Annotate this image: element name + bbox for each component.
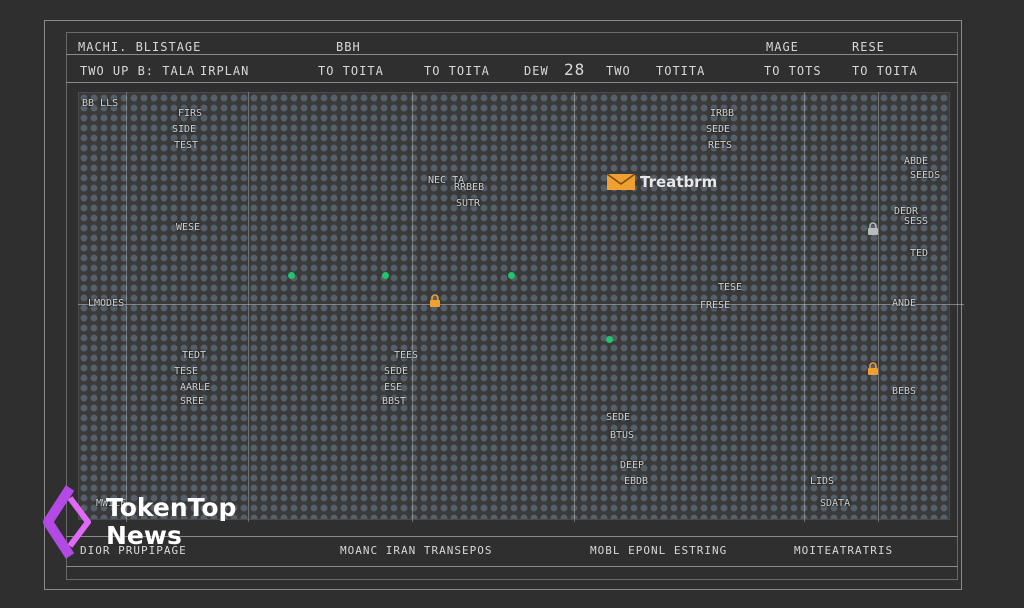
grid-label: RETS bbox=[708, 140, 733, 151]
logo-mark-icon bbox=[43, 485, 91, 559]
grid-line bbox=[78, 304, 964, 305]
header-label: BBH bbox=[336, 40, 361, 54]
header-cell: TO TOITA bbox=[424, 64, 490, 78]
lock-icon bbox=[430, 294, 440, 307]
mail-icon bbox=[606, 173, 636, 190]
grid-label: WESE bbox=[176, 222, 201, 233]
grid-label: AARLE bbox=[180, 382, 211, 393]
grid-label: TEES bbox=[394, 350, 419, 361]
header-cell: TOTITA bbox=[656, 64, 706, 78]
header-cell: TO TOTS bbox=[764, 64, 822, 78]
grid-line bbox=[126, 92, 127, 522]
lock-icon bbox=[868, 362, 878, 375]
pixel-grid bbox=[78, 92, 950, 520]
header-cell: 28 bbox=[564, 60, 586, 79]
logo-line2: News bbox=[106, 521, 182, 550]
grid-label: RRBEB bbox=[454, 182, 485, 193]
footer-label: MOBL EPONL ESTRING bbox=[590, 544, 728, 557]
grid-label: SUTR bbox=[456, 198, 481, 209]
brand-name: Treatbrm bbox=[640, 173, 718, 191]
grid-label: TEST bbox=[174, 140, 199, 151]
grid-label: ESE bbox=[384, 382, 403, 393]
grid-label: LMODES bbox=[88, 298, 125, 309]
grid-label: ANDE bbox=[892, 298, 917, 309]
grid-label: DEEP bbox=[620, 460, 645, 471]
grid-label: LIDS bbox=[810, 476, 835, 487]
grid-line bbox=[412, 92, 413, 522]
grid-label: BB LLS bbox=[82, 98, 119, 109]
grid-label: SIDE bbox=[172, 124, 197, 135]
header-label: MAGE bbox=[766, 40, 799, 54]
grid-label: TESE bbox=[718, 282, 743, 293]
grid-line bbox=[804, 92, 805, 522]
status-dot bbox=[288, 272, 295, 279]
grid-label: IRBB bbox=[710, 108, 735, 119]
brand-badge: Treatbrm bbox=[606, 172, 717, 192]
header-label: RESE bbox=[852, 40, 885, 54]
header-label: MACHI. BLISTAGE bbox=[78, 40, 202, 54]
logo-line1: TokenTop bbox=[106, 493, 237, 522]
header-cell: TO TOITA bbox=[852, 64, 918, 78]
grid-label: SEDE bbox=[706, 124, 731, 135]
grid-label: FIRS bbox=[178, 108, 203, 119]
status-dot bbox=[508, 272, 515, 279]
status-dot bbox=[606, 336, 613, 343]
grid-line bbox=[248, 92, 249, 522]
grid-label: BTUS bbox=[610, 430, 635, 441]
grid-label: BBST bbox=[382, 396, 407, 407]
header-cell: TWO bbox=[606, 64, 631, 78]
grid-label: SDATA bbox=[820, 498, 851, 509]
grid-label: TED bbox=[910, 248, 929, 259]
grid-label: EBDB bbox=[624, 476, 649, 487]
grid-line bbox=[574, 92, 575, 522]
status-dot bbox=[382, 272, 389, 279]
header-divider bbox=[66, 82, 958, 83]
grid-label: SEDE bbox=[384, 366, 409, 377]
grid-label: SEDE bbox=[606, 412, 631, 423]
grid-label: SESS bbox=[904, 216, 929, 227]
footer-label: MOITEATRATRIS bbox=[794, 544, 894, 557]
grid-label: ABDE bbox=[904, 156, 929, 167]
grid-label: SEEDS bbox=[910, 170, 941, 181]
footer-label: MOANC IRAN TRANSEPOS bbox=[340, 544, 493, 557]
footer-divider bbox=[66, 566, 958, 567]
header-cell: TWO UP B: TALA bbox=[80, 64, 196, 78]
grid-label: SREE bbox=[180, 396, 205, 407]
tokentop-news-logo: TokenTop News bbox=[40, 484, 236, 560]
grid-label: BEBS bbox=[892, 386, 917, 397]
header-cell: TO TOITA bbox=[318, 64, 384, 78]
grid-label: TEDT bbox=[182, 350, 207, 361]
grid-label: TESE bbox=[174, 366, 199, 377]
grid-line bbox=[878, 92, 879, 522]
header-cell: IRPLAN bbox=[200, 64, 250, 78]
header-cell: DEW bbox=[524, 64, 549, 78]
grid-label: FRESE bbox=[700, 300, 731, 311]
header-divider bbox=[66, 54, 958, 55]
lock-icon bbox=[868, 222, 878, 235]
